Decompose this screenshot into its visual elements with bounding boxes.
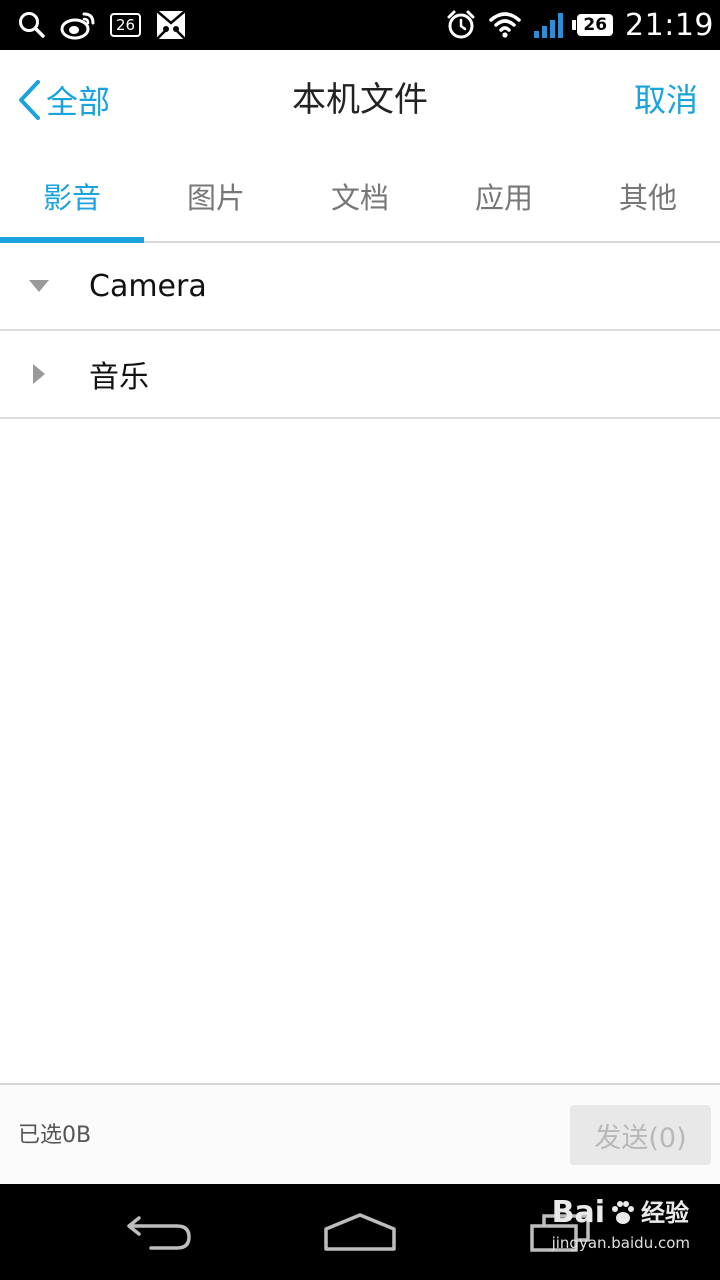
status-bar: 26 26 21:19 (0, 0, 720, 50)
category-tabs: 影音 图片 文档 应用 其他 (0, 150, 720, 243)
weibo-icon (60, 10, 96, 40)
folder-label: Camera (89, 268, 207, 304)
folder-list: Camera 音乐 (0, 243, 720, 419)
tab-apps[interactable]: 应用 (432, 150, 576, 241)
nav-recents-button[interactable] (500, 1184, 620, 1280)
status-bar-right: 26 21:19 (445, 6, 714, 44)
back-button[interactable]: 全部 (16, 50, 110, 150)
bottom-action-bar: 已选0B 发送(0) (0, 1083, 720, 1184)
tab-images[interactable]: 图片 (144, 150, 288, 241)
tab-other[interactable]: 其他 (576, 150, 720, 241)
caret-down-icon (28, 275, 50, 297)
signal-icon (533, 11, 565, 39)
app-notification-icon (155, 9, 187, 41)
alarm-icon (445, 9, 477, 41)
selected-size-text: 已选0B (18, 1123, 92, 1148)
chevron-left-icon (16, 78, 42, 122)
folder-item-camera[interactable]: Camera (0, 243, 720, 331)
title-bar: 全部 本机文件 取消 (0, 50, 720, 150)
status-bar-left: 26 (18, 6, 187, 44)
nav-back-button[interactable] (100, 1184, 220, 1280)
search-icon (18, 11, 46, 39)
caret-right-icon (28, 363, 50, 385)
home-icon (322, 1211, 398, 1253)
wifi-icon (489, 11, 522, 39)
recent-apps-icon (528, 1212, 592, 1252)
watermark-logo-suffix: 经验 (640, 1199, 689, 1227)
cancel-button[interactable]: 取消 (634, 50, 698, 150)
battery-indicator: 26 (572, 14, 614, 36)
back-button-label: 全部 (46, 83, 111, 121)
folder-label: 音乐 (89, 360, 149, 395)
folder-item-music[interactable]: 音乐 (0, 331, 720, 419)
tab-documents[interactable]: 文档 (288, 150, 432, 241)
weibo-badge: 26 (110, 13, 142, 37)
navigation-bar: Bai 经验 jingyan.baidu.com (0, 1184, 720, 1280)
nav-home-button[interactable] (300, 1184, 420, 1280)
tab-media[interactable]: 影音 (0, 150, 144, 243)
back-arrow-icon (125, 1212, 195, 1252)
status-time: 21:19 (625, 7, 714, 43)
send-button[interactable]: 发送(0) (570, 1105, 711, 1165)
